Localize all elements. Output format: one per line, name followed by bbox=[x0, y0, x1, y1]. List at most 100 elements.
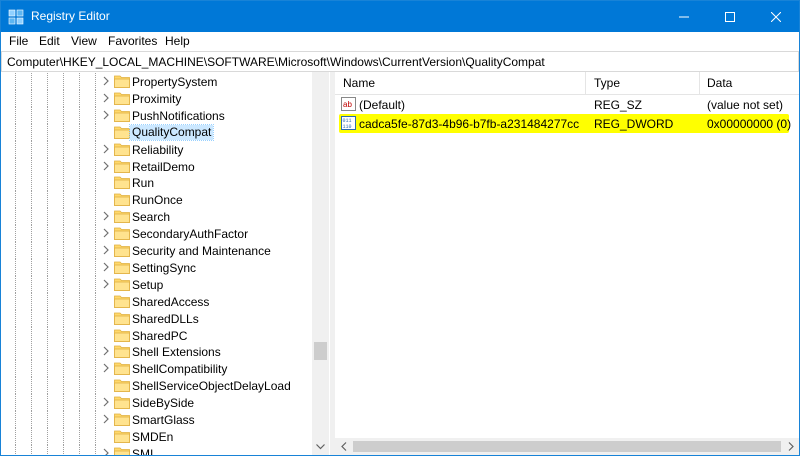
folder-icon bbox=[114, 278, 130, 291]
chevron-right-icon[interactable] bbox=[101, 346, 111, 356]
tree-item[interactable]: ShellServiceObjectDelayLoad bbox=[1, 377, 313, 395]
title-bar[interactable]: Registry Editor bbox=[1, 1, 799, 32]
tree-guide-line bbox=[63, 208, 64, 226]
tree-guide-line bbox=[63, 106, 64, 124]
close-button[interactable] bbox=[753, 1, 799, 32]
tree-guide-line bbox=[15, 377, 16, 395]
minimize-button[interactable] bbox=[661, 1, 707, 32]
tree-vertical-scrollbar[interactable] bbox=[312, 72, 329, 455]
tree-item-label: SideBySide bbox=[132, 396, 195, 411]
tree-guide-line bbox=[15, 275, 16, 293]
tree-item[interactable]: Search bbox=[1, 208, 313, 226]
menu-edit[interactable]: Edit bbox=[39, 34, 60, 48]
tree-item[interactable]: PushNotifications bbox=[1, 106, 313, 124]
value-name: cadca5fe-87d3-4b96-b7fb-a231484277cc bbox=[359, 117, 580, 131]
menu-favorites[interactable]: Favorites bbox=[108, 34, 157, 48]
tree-item[interactable]: SharedAccess bbox=[1, 292, 313, 310]
tree-item[interactable]: SettingSync bbox=[1, 258, 313, 276]
tree-guide-line bbox=[47, 343, 48, 361]
tree-guide-line bbox=[31, 73, 32, 90]
tree-guide-line bbox=[31, 444, 32, 455]
column-divider[interactable] bbox=[699, 72, 700, 94]
registry-editor-window: Registry Editor File Edit View Favorites… bbox=[0, 0, 800, 456]
tree-item[interactable]: SharedPC bbox=[1, 326, 313, 344]
tree-item[interactable]: Security and Maintenance bbox=[1, 242, 313, 259]
tree-guide-line bbox=[15, 360, 16, 378]
tree-item[interactable]: Proximity bbox=[1, 89, 313, 107]
chevron-right-icon[interactable] bbox=[101, 93, 111, 103]
tree-guide-line bbox=[31, 225, 32, 243]
column-name[interactable]: Name bbox=[343, 76, 375, 90]
tree-guide-line bbox=[63, 242, 64, 259]
tree-item[interactable]: SmartGlass bbox=[1, 411, 313, 428]
tree-item[interactable]: Run bbox=[1, 174, 313, 192]
column-divider[interactable] bbox=[585, 72, 586, 94]
scrollbar-thumb[interactable] bbox=[314, 342, 327, 360]
value-row[interactable]: 011 110 cadca5fe-87d3-4b96-b7fb-a231484277… bbox=[335, 114, 799, 133]
menu-file[interactable]: File bbox=[9, 34, 28, 48]
tree-guide-line bbox=[47, 377, 48, 395]
chevron-right-icon[interactable] bbox=[101, 262, 111, 272]
svg-text:110: 110 bbox=[343, 124, 352, 130]
tree-item[interactable]: Reliability bbox=[1, 140, 313, 158]
tree-item[interactable]: SideBySide bbox=[1, 394, 313, 412]
maximize-button[interactable] bbox=[707, 1, 753, 32]
tree-item[interactable]: PropertySystem bbox=[1, 73, 313, 90]
tree-item-label: RetailDemo bbox=[132, 159, 195, 174]
scrollbar-thumb[interactable] bbox=[353, 441, 781, 452]
tree-item[interactable]: Shell Extensions bbox=[1, 343, 313, 361]
scroll-down-button[interactable] bbox=[312, 438, 329, 455]
tree-item[interactable]: Setup bbox=[1, 275, 313, 293]
tree-item[interactable]: RetailDemo bbox=[1, 157, 313, 175]
tree-guide-line bbox=[15, 343, 16, 361]
chevron-right-icon[interactable] bbox=[101, 448, 111, 455]
chevron-right-icon[interactable] bbox=[101, 397, 111, 407]
tree-item-label: SharedDLLs bbox=[132, 311, 199, 326]
value-name: (Default) bbox=[359, 98, 406, 112]
tree-item-label: Run bbox=[132, 176, 155, 191]
tree-guide-line bbox=[63, 326, 64, 344]
tree-guide-line bbox=[63, 157, 64, 175]
values-horizontal-scrollbar[interactable] bbox=[335, 438, 799, 455]
tree-item[interactable]: SMI bbox=[1, 444, 313, 455]
tree-item[interactable]: RunOnce bbox=[1, 191, 313, 209]
chevron-right-icon[interactable] bbox=[101, 110, 111, 120]
tree-guide-line bbox=[31, 360, 32, 378]
tree-guide-line bbox=[15, 174, 16, 192]
tree-item[interactable]: SecondaryAuthFactor bbox=[1, 225, 313, 243]
menu-help[interactable]: Help bbox=[165, 34, 190, 48]
chevron-right-icon[interactable] bbox=[101, 211, 111, 221]
address-bar[interactable]: Computer\HKEY_LOCAL_MACHINE\SOFTWARE\Mic… bbox=[1, 51, 799, 72]
tree-item[interactable]: SharedDLLs bbox=[1, 309, 313, 327]
menu-bar: File Edit View Favorites Help bbox=[1, 32, 799, 50]
tree-guide-line bbox=[95, 377, 96, 395]
value-row[interactable]: ab (Default) REG_SZ (value not set) bbox=[335, 95, 799, 114]
tree-guide-line bbox=[95, 174, 96, 192]
tree-item[interactable]: SMDEn bbox=[1, 427, 313, 445]
chevron-right-icon[interactable] bbox=[101, 228, 111, 238]
chevron-right-icon[interactable] bbox=[101, 144, 111, 154]
tree-guide-line bbox=[31, 292, 32, 310]
chevron-right-icon[interactable] bbox=[101, 363, 111, 373]
tree-guide-line bbox=[63, 123, 64, 141]
dword-value-icon: 011110 bbox=[341, 116, 356, 130]
scroll-left-button[interactable] bbox=[335, 438, 352, 455]
tree-guide-line bbox=[79, 326, 80, 344]
tree-item-label: PropertySystem bbox=[132, 75, 218, 89]
chevron-right-icon[interactable] bbox=[101, 245, 111, 255]
chevron-right-icon[interactable] bbox=[101, 76, 111, 86]
scroll-right-button[interactable] bbox=[782, 438, 799, 455]
tree-guide-line bbox=[79, 89, 80, 107]
chevron-right-icon[interactable] bbox=[101, 161, 111, 171]
tree-item[interactable]: QualityCompat bbox=[1, 123, 313, 141]
tree-guide-line bbox=[15, 444, 16, 455]
tree-item[interactable]: ShellCompatibility bbox=[1, 360, 313, 378]
column-data[interactable]: Data bbox=[707, 76, 732, 90]
chevron-right-icon[interactable] bbox=[101, 279, 111, 289]
tree-guide-line bbox=[31, 309, 32, 327]
column-type[interactable]: Type bbox=[594, 76, 620, 90]
menu-view[interactable]: View bbox=[71, 34, 97, 48]
tree-guide-line bbox=[47, 360, 48, 378]
chevron-right-icon[interactable] bbox=[101, 414, 111, 424]
tree-guide-line bbox=[95, 242, 96, 259]
